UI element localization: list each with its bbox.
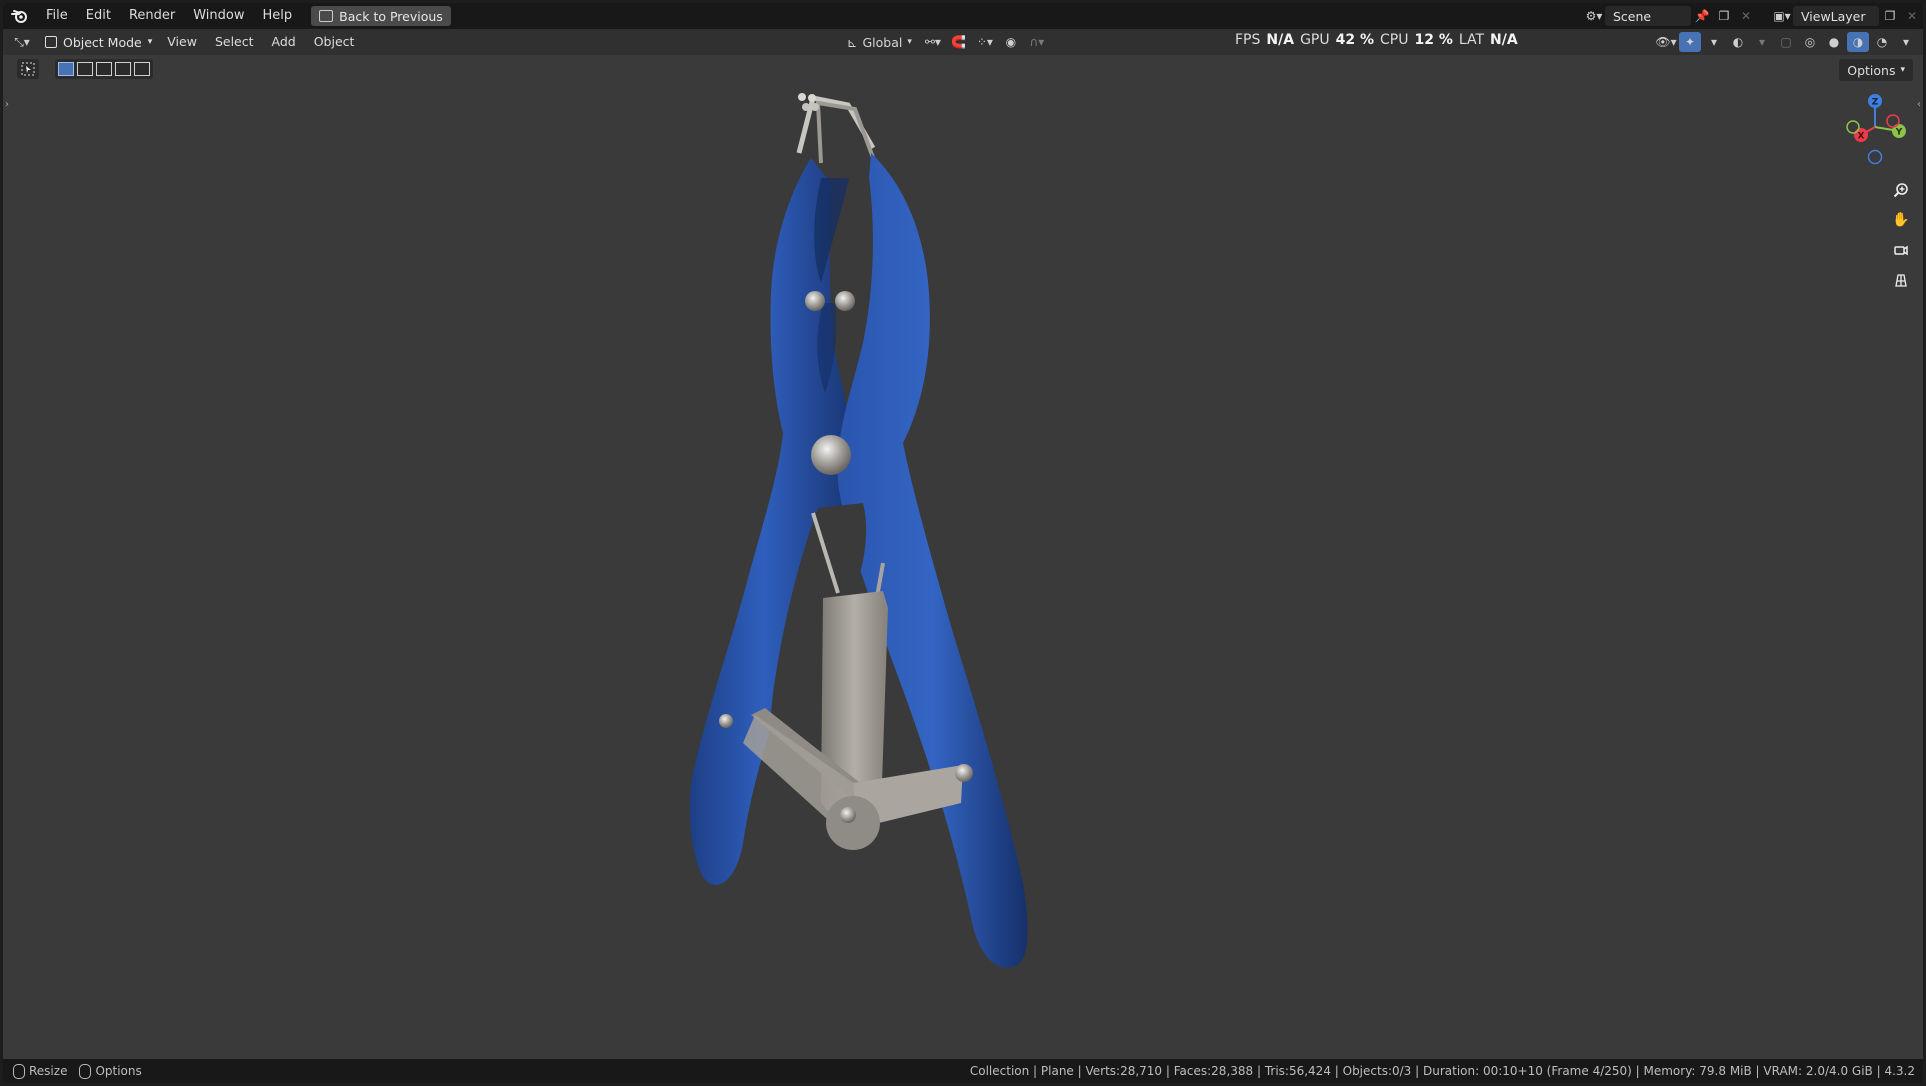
options-hint: Options — [79, 1063, 142, 1079]
blender-window: File Edit Render Window Help Back to Pre… — [3, 3, 1923, 1083]
scene-statistics: Collection | Plane | Verts:28,710 | Face… — [969, 1064, 1915, 1078]
status-bar: Resize Options Collection | Plane | Vert… — [3, 1059, 1923, 1083]
mouse-right-icon — [79, 1063, 92, 1079]
rivet-upper-left — [805, 291, 825, 311]
wire-prongs — [796, 93, 877, 164]
rivet-upper-right — [835, 291, 855, 311]
options-hint-label: Options — [95, 1063, 142, 1078]
rivet-lower-left — [719, 714, 733, 728]
resize-label: Resize — [29, 1063, 68, 1078]
rivet-lower-right — [955, 764, 973, 782]
mouse-left-icon — [13, 1063, 25, 1079]
pliers-3d-object[interactable] — [3, 3, 1923, 1033]
rivet-lever — [840, 807, 856, 823]
main-pivot-rivet — [811, 435, 851, 475]
jaw-slot — [814, 178, 849, 283]
resize-hint: Resize — [13, 1063, 68, 1079]
